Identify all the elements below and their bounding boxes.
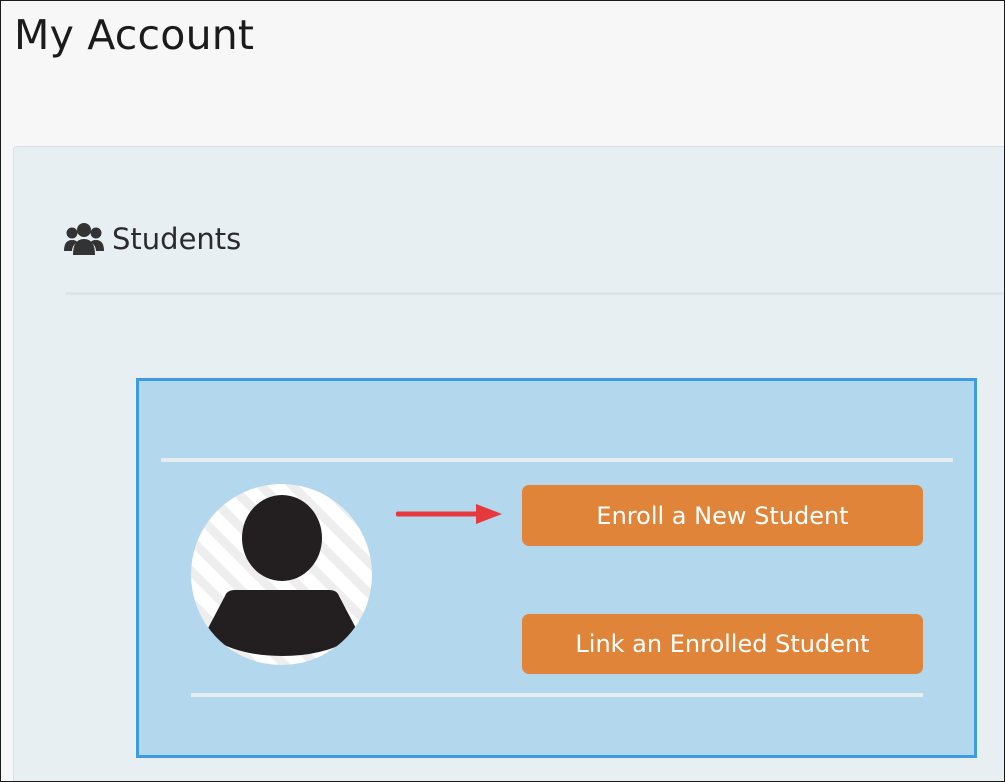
card-divider-bottom bbox=[191, 693, 923, 697]
student-card: Enroll a New Student Link an Enrolled St… bbox=[136, 378, 977, 758]
users-icon bbox=[64, 223, 104, 255]
link-enrolled-student-button[interactable]: Link an Enrolled Student bbox=[522, 614, 923, 674]
account-page: My Account Students Enroll a New Student… bbox=[0, 0, 1005, 782]
students-panel: Students Enroll a New Student Link an En… bbox=[13, 146, 1004, 781]
page-title: My Account bbox=[14, 11, 255, 59]
enroll-new-student-button[interactable]: Enroll a New Student bbox=[522, 485, 923, 546]
panel-title: Students bbox=[112, 222, 242, 256]
panel-divider bbox=[66, 292, 1004, 295]
card-divider-top bbox=[161, 458, 953, 462]
panel-header: Students bbox=[64, 221, 241, 257]
red-arrow-icon bbox=[396, 504, 502, 524]
user-silhouette-icon bbox=[191, 484, 372, 665]
